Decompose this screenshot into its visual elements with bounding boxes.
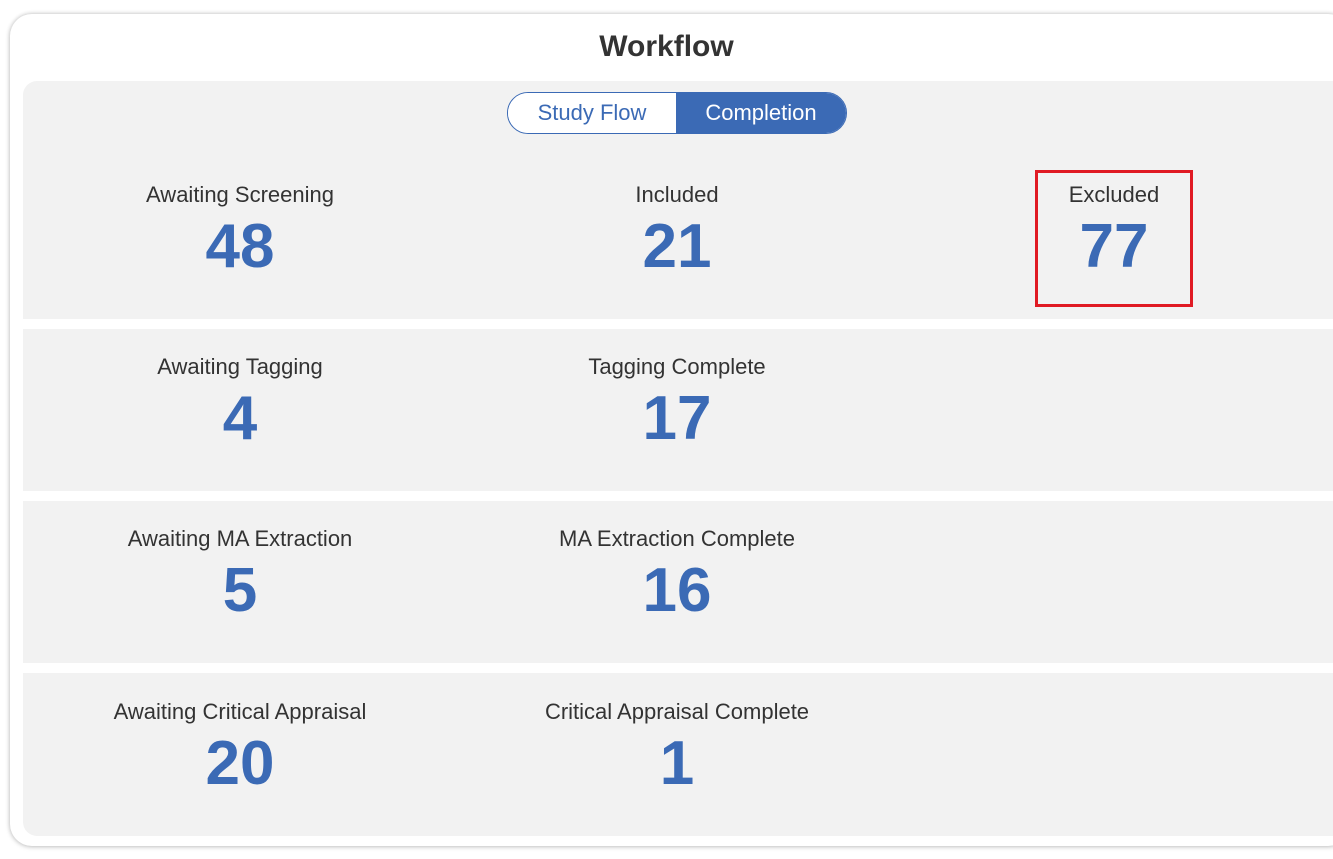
stat-awaiting-ma-extraction[interactable]: Awaiting MA Extraction 5 — [40, 526, 440, 626]
card-title: Workflow — [599, 30, 734, 63]
stat-label: Included — [635, 182, 719, 207]
stat-excluded[interactable]: Excluded 77 — [914, 182, 1314, 282]
stat-ma-extraction-complete[interactable]: MA Extraction Complete 16 — [477, 526, 877, 626]
stat-label: Excluded — [1068, 182, 1160, 207]
toggle-completion[interactable]: Completion — [676, 93, 846, 133]
stat-label: Awaiting Screening — [146, 182, 334, 207]
stat-awaiting-tagging[interactable]: Awaiting Tagging 4 — [40, 354, 440, 454]
toggle-study-flow[interactable]: Study Flow — [508, 93, 676, 133]
stat-value: 20 — [205, 729, 275, 798]
stat-label: Awaiting Tagging — [157, 354, 323, 379]
stat-critical-appraisal-complete[interactable]: Critical Appraisal Complete 1 — [477, 699, 877, 799]
stat-value: 5 — [222, 556, 258, 625]
stat-awaiting-screening[interactable]: Awaiting Screening 48 — [40, 182, 440, 282]
stat-value: 48 — [205, 212, 275, 281]
stat-included[interactable]: Included 21 — [477, 182, 877, 282]
stat-value: 77 — [1079, 212, 1149, 281]
stat-label: Tagging Complete — [588, 354, 766, 379]
stat-value: 17 — [642, 384, 712, 453]
stat-value: 21 — [642, 212, 712, 281]
stat-label: MA Extraction Complete — [559, 526, 795, 551]
stat-label: Awaiting MA Extraction — [127, 526, 353, 551]
stat-awaiting-critical-appraisal[interactable]: Awaiting Critical Appraisal 20 — [40, 699, 440, 799]
stat-label: Critical Appraisal Complete — [544, 699, 810, 724]
stat-value: 4 — [222, 384, 258, 453]
stat-value: 16 — [642, 556, 712, 625]
stat-value: 1 — [659, 729, 695, 798]
stat-label: Awaiting Critical Appraisal — [113, 699, 367, 724]
view-toggle: Study Flow Completion — [507, 92, 847, 134]
stat-tagging-complete[interactable]: Tagging Complete 17 — [477, 354, 877, 454]
